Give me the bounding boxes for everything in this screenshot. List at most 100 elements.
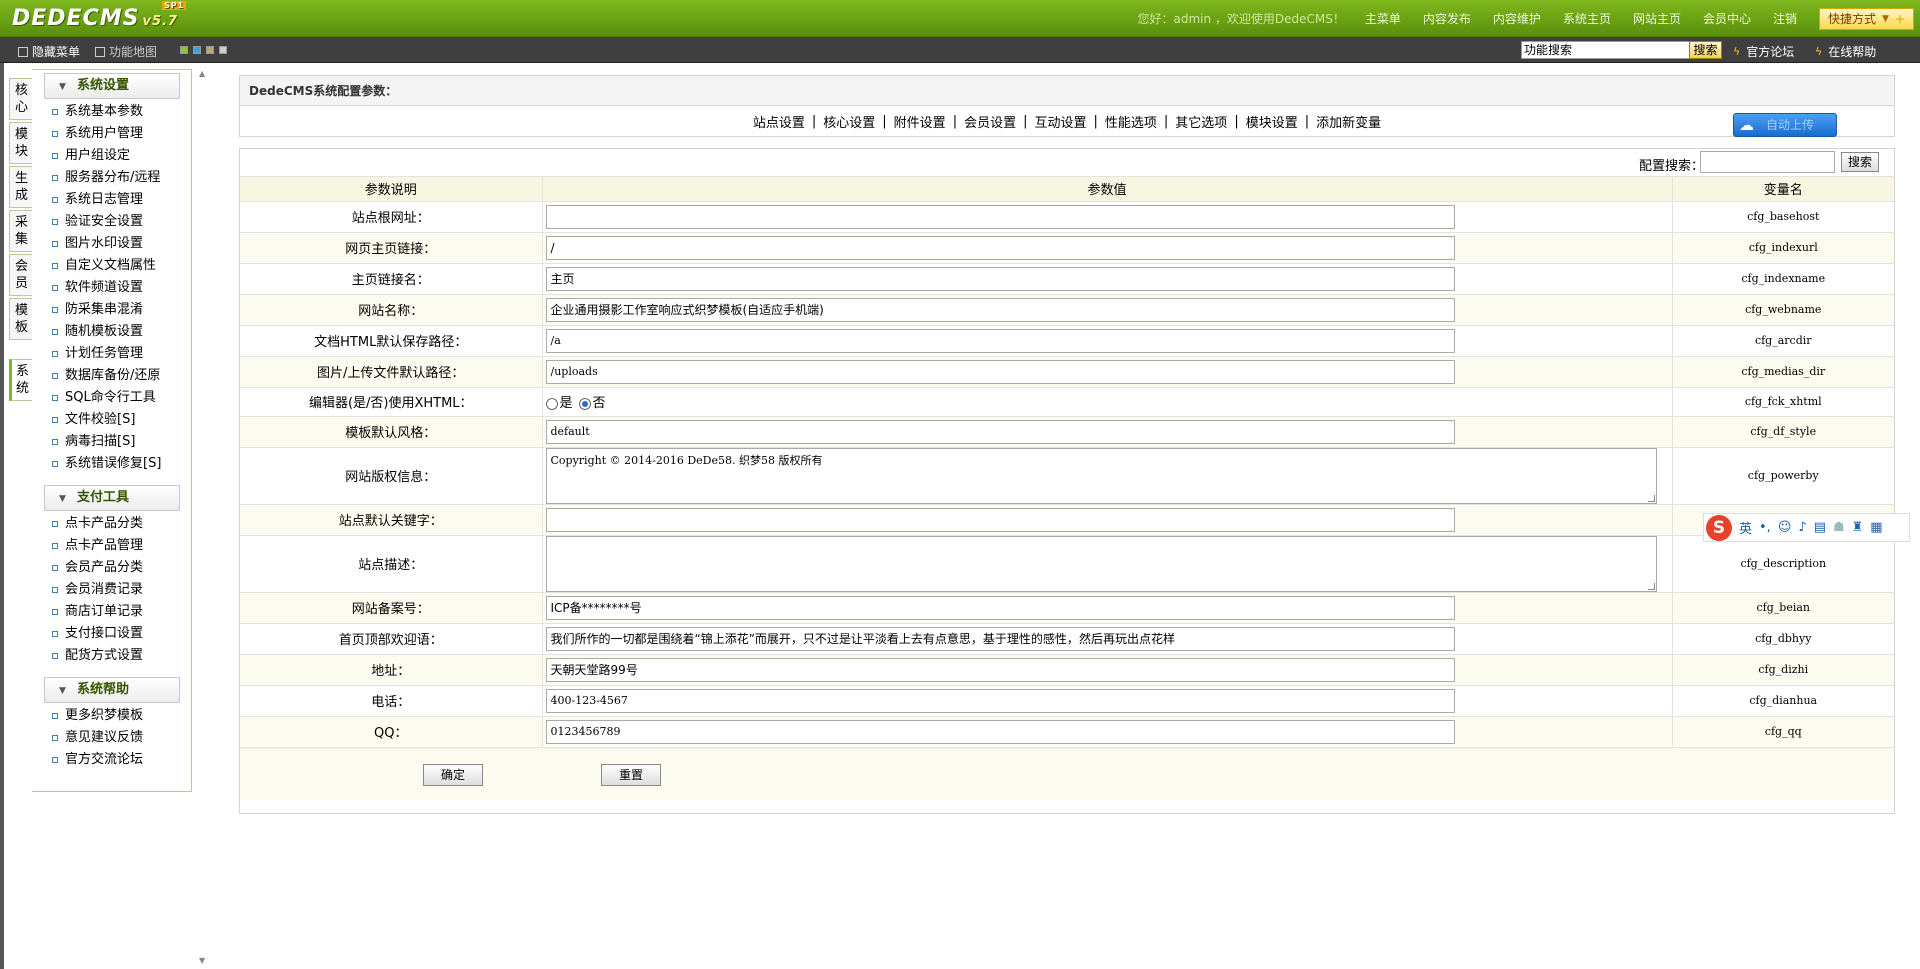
menu-item[interactable]: 会员消费记录 [32,579,191,601]
param-value-input[interactable]: / [545,235,1455,260]
menu-item[interactable]: 商店订单记录 [32,601,191,623]
nav-main-menu[interactable]: 主菜单 [1365,10,1401,27]
param-value-input[interactable]: 主页 [545,266,1455,291]
menu-item[interactable]: 图片水印设置 [32,233,191,255]
nav-logout[interactable]: 注销 [1773,10,1797,27]
param-value-textarea[interactable] [545,535,1657,592]
menu-item[interactable]: 更多织梦模板 [32,705,191,727]
vtab-modules[interactable]: 模块 [9,122,33,164]
menu-item[interactable]: 系统错误修复[S] [32,453,191,475]
shirt-skin-icon[interactable]: ♜ [1852,520,1864,535]
scroll-up-icon[interactable]: ▲ [199,69,205,78]
nav-member-center[interactable]: 会员中心 [1703,10,1751,27]
menu-item[interactable]: 自定义文档属性 [32,255,191,277]
param-value-input[interactable] [545,507,1455,532]
config-tab[interactable]: 站点设置 [753,112,805,131]
sogou-logo-icon[interactable]: S [1706,514,1732,541]
function-map-button[interactable]: 功能地图 [95,43,157,60]
param-value-input[interactable]: 400-123-4567 [545,688,1455,713]
menu-group-header[interactable]: ▼ 系统帮助 [44,677,180,703]
vtab-system[interactable]: 系统 [9,359,33,401]
config-tab[interactable]: 附件设置 [894,112,946,131]
menu-item[interactable]: 服务器分布/远程 [32,167,191,189]
nav-system-home[interactable]: 系统主页 [1563,10,1611,27]
user-icon[interactable]: ☗ [1833,520,1845,535]
config-tab[interactable]: 核心设置 [823,112,875,131]
param-value-input[interactable]: 我们所作的一切都是围绕着“锦上添花”而展开，只不过是让平淡看上去有点意思，基于理… [545,626,1455,651]
config-tab[interactable]: 互动设置 [1034,112,1086,131]
hide-menu-button[interactable]: 隐藏菜单 [18,43,80,60]
menu-item[interactable]: 计划任务管理 [32,343,191,365]
theme-swatch-blue[interactable] [193,46,201,54]
theme-swatch-green[interactable] [180,46,188,54]
menu-item[interactable]: 配货方式设置 [32,645,191,667]
scroll-down-icon[interactable]: ▼ [199,956,205,965]
menu-item[interactable]: 文件校验[S] [32,409,191,431]
config-search-button[interactable]: 搜索 [1841,152,1879,172]
menu-item[interactable]: 会员产品分类 [32,557,191,579]
theme-swatch-gray[interactable] [219,46,227,54]
microphone-icon[interactable]: ♪ [1798,520,1806,535]
dedecms-logo[interactable]: DEDECMS v5.7 SP1 [12,1,187,31]
param-value-input[interactable]: 天朝天堂路99号 [545,657,1455,682]
config-tab[interactable]: 添加新变量 [1316,112,1381,131]
radio-button[interactable] [545,397,558,410]
function-search-button[interactable]: 搜索 [1689,41,1722,59]
keyboard-icon[interactable]: ▤ [1814,520,1826,535]
function-search-input[interactable]: 功能搜索 [1521,41,1691,59]
config-tab[interactable]: 模块设置 [1246,112,1298,131]
param-value-input[interactable]: /uploads [545,359,1455,384]
menu-item[interactable]: 软件频道设置 [32,277,191,299]
theme-swatch-brown[interactable] [206,46,214,54]
config-search-input[interactable] [1700,151,1835,173]
menu-item[interactable]: 病毒扫描[S] [32,431,191,453]
sidebar-scrollbar[interactable]: ▲ ▼ [196,63,210,969]
ime-lang-toggle[interactable]: 英 [1739,518,1752,537]
menu-item[interactable]: 用户组设定 [32,145,191,167]
menu-item[interactable]: 点卡产品管理 [32,535,191,557]
menu-item[interactable]: 系统用户管理 [32,123,191,145]
menu-item[interactable]: 验证安全设置 [32,211,191,233]
config-tab[interactable]: 其它选项 [1175,112,1227,131]
vtab-core[interactable]: 核心 [9,78,33,120]
nav-content-maintain[interactable]: 内容维护 [1493,10,1541,27]
nav-site-home[interactable]: 网站主页 [1633,10,1681,27]
menu-item[interactable]: 支付接口设置 [32,623,191,645]
toolbox-icon[interactable]: ▦ [1870,520,1882,535]
vtab-member[interactable]: 会员 [9,254,33,296]
vtab-template[interactable]: 模板 [9,298,33,340]
quick-menu-button[interactable]: 快捷方式 ▼ + [1819,7,1914,30]
emoji-icon[interactable]: ☺ [1778,520,1792,535]
param-value-input[interactable]: /a [545,328,1455,353]
param-value-input[interactable]: ICP备********号 [545,595,1455,620]
menu-item[interactable]: 防采集串混淆 [32,299,191,321]
param-value-input[interactable]: 0123456789 [545,719,1455,744]
menu-item[interactable]: 官方交流论坛 [32,749,191,771]
punctuation-icon[interactable]: •, [1759,520,1771,535]
menu-item[interactable]: 点卡产品分类 [32,513,191,535]
menu-item[interactable]: 随机模板设置 [32,321,191,343]
radio-option[interactable]: 否 [578,396,606,411]
menu-item[interactable]: 数据库备份/还原 [32,365,191,387]
submit-button[interactable]: 确定 [423,763,483,786]
param-value-input[interactable]: 企业通用摄影工作室响应式织梦模板(自适应手机端) [545,297,1455,322]
param-value-textarea[interactable]: Copyright © 2014-2016 DeDe58. 织梦58 版权所有 [545,447,1657,504]
vtab-collect[interactable]: 采集 [9,210,33,252]
menu-group-header[interactable]: ▼ 支付工具 [44,485,180,511]
radio-option[interactable]: 是 [545,396,573,411]
config-tab[interactable]: 性能选项 [1105,112,1157,131]
radio-button[interactable] [578,397,591,410]
config-tab[interactable]: 会员设置 [964,112,1016,131]
auto-upload-button[interactable]: ☁ 自动上传 [1733,113,1837,137]
reset-button[interactable]: 重置 [601,763,661,786]
online-help-link[interactable]: ϟ 在线帮助 [1815,43,1876,60]
menu-item[interactable]: 系统基本参数 [32,101,191,123]
menu-item[interactable]: 系统日志管理 [32,189,191,211]
menu-group-header[interactable]: ▼ 系统设置 [44,73,180,99]
param-value-input[interactable]: default [545,419,1455,444]
menu-item[interactable]: 意见建议反馈 [32,727,191,749]
param-value-input[interactable] [545,204,1455,229]
vtab-generate[interactable]: 生成 [9,166,33,208]
menu-item[interactable]: SQL命令行工具 [32,387,191,409]
nav-content-publish[interactable]: 内容发布 [1423,10,1471,27]
